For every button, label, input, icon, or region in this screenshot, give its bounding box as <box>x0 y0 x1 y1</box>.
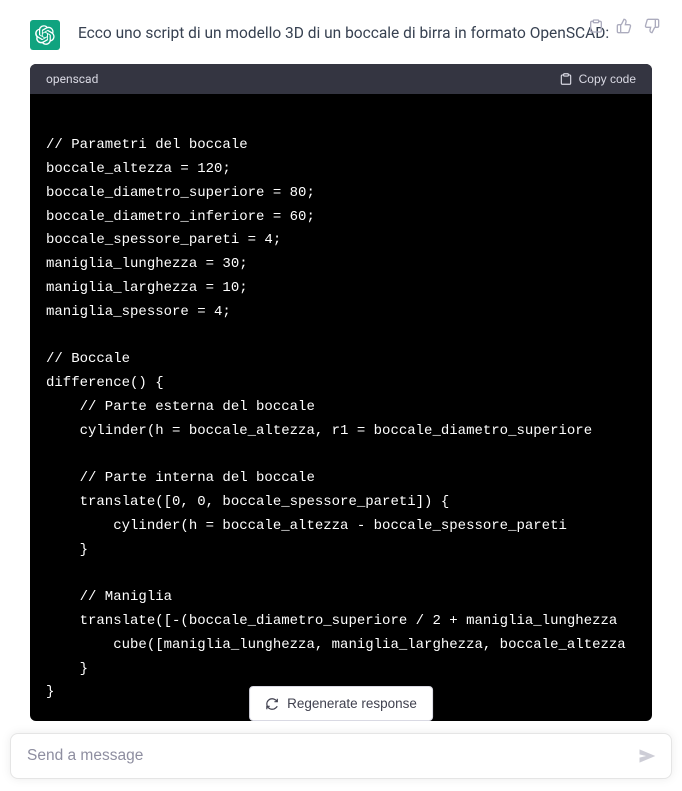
code-block: openscad Copy code // Parametri del bocc… <box>30 64 652 721</box>
assistant-avatar <box>30 20 60 50</box>
copy-code-label: Copy code <box>579 72 636 86</box>
copy-icon[interactable] <box>588 18 604 34</box>
openai-logo-icon <box>35 25 55 45</box>
send-button[interactable] <box>637 746 657 766</box>
intro-text: Ecco uno script di un modello 3D di un b… <box>78 20 652 46</box>
message-content: Ecco uno script di un modello 3D di un b… <box>78 20 652 721</box>
code-text: // Parametri del boccale boccale_altezza… <box>46 110 636 705</box>
assistant-message: Ecco uno script di un modello 3D di un b… <box>0 0 682 741</box>
code-header: openscad Copy code <box>30 64 652 94</box>
thumbs-down-icon[interactable] <box>644 18 660 34</box>
code-language-label: openscad <box>46 72 98 86</box>
regenerate-label: Regenerate response <box>287 696 417 711</box>
message-actions <box>588 18 660 34</box>
message-input-bar <box>10 733 672 779</box>
send-icon <box>637 746 657 766</box>
regenerate-button[interactable]: Regenerate response <box>249 686 433 721</box>
copy-code-button[interactable]: Copy code <box>559 72 636 86</box>
code-content: // Parametri del boccale boccale_altezza… <box>30 94 652 721</box>
clipboard-icon <box>559 72 573 86</box>
thumbs-up-icon[interactable] <box>616 18 632 34</box>
message-input[interactable] <box>27 747 626 765</box>
refresh-icon <box>265 697 279 711</box>
